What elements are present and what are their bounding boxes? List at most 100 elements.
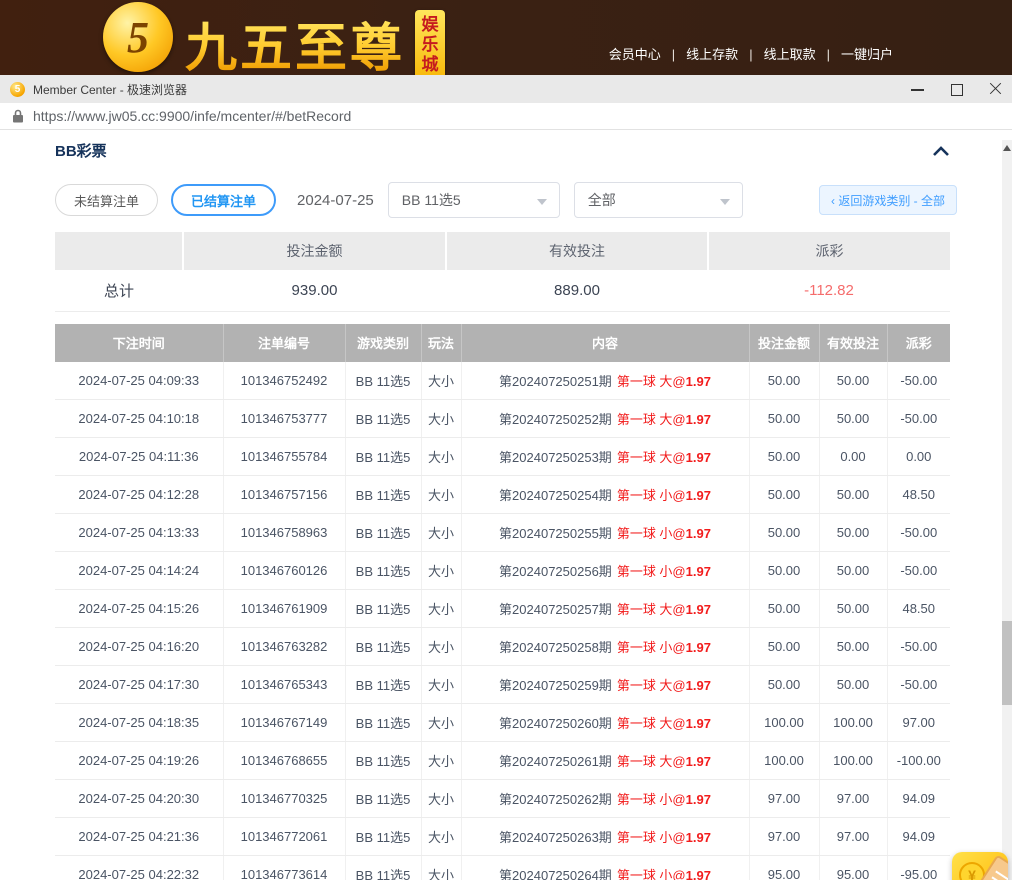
cell-bet-amount: 50.00 <box>749 438 819 476</box>
cell-payout: 48.50 <box>887 476 950 514</box>
cell-play-type: 大小 <box>421 514 461 552</box>
cell-play-type: 大小 <box>421 856 461 880</box>
content-pick: 第一球 大@ <box>617 754 686 769</box>
summary-table: 投注金额 有效投注 派彩 总计 939.00 889.00 -112.82 <box>55 232 950 312</box>
content-pick: 第一球 小@ <box>617 640 686 655</box>
cell-valid-bet: 50.00 <box>819 514 887 552</box>
cell-order-id: 101346763282 <box>223 628 345 666</box>
cell-bet-time: 2024-07-25 04:14:24 <box>55 552 223 590</box>
cell-game-type: BB 11选5 <box>345 628 421 666</box>
cell-content: 第202407250262期第一球 小@1.97 <box>461 780 749 818</box>
cell-game-type: BB 11选5 <box>345 362 421 400</box>
scroll-up-arrow-icon[interactable] <box>1003 145 1011 151</box>
type-select-value: 全部 <box>588 190 616 210</box>
cell-play-type: 大小 <box>421 666 461 704</box>
cell-order-id: 101346773614 <box>223 856 345 880</box>
content-period: 第202407250258期 <box>499 640 612 655</box>
content-period: 第202407250262期 <box>499 792 612 807</box>
header-bet-time: 下注时间 <box>55 324 223 362</box>
cell-payout: 48.50 <box>887 590 950 628</box>
nav-one-key-transfer[interactable]: 一键归户 <box>816 44 893 63</box>
cell-game-type: BB 11选5 <box>345 742 421 780</box>
summary-total-row: 总计 939.00 889.00 -112.82 <box>55 270 950 311</box>
cell-content: 第202407250261期第一球 大@1.97 <box>461 742 749 780</box>
nav-online-deposit[interactable]: 线上存款 <box>661 44 738 63</box>
cell-valid-bet: 97.00 <box>819 818 887 856</box>
cell-payout: -50.00 <box>887 362 950 400</box>
tab-settled-bets[interactable]: 已结算注单 <box>171 184 276 216</box>
cell-bet-time: 2024-07-25 04:18:35 <box>55 704 223 742</box>
cell-valid-bet: 100.00 <box>819 704 887 742</box>
table-row: 2024-07-25 04:18:35101346767149BB 11选5大小… <box>55 704 950 742</box>
cell-bet-time: 2024-07-25 04:13:33 <box>55 514 223 552</box>
cell-bet-time: 2024-07-25 04:15:26 <box>55 590 223 628</box>
address-url[interactable]: https://www.jw05.cc:9900/infe/mcenter/#/… <box>33 108 351 124</box>
content-odds: 1.97 <box>686 564 711 579</box>
browser-urlbar: https://www.jw05.cc:9900/infe/mcenter/#/… <box>0 103 1012 130</box>
cell-game-type: BB 11选5 <box>345 514 421 552</box>
content-pick: 第一球 小@ <box>617 792 686 807</box>
cell-play-type: 大小 <box>421 742 461 780</box>
collapse-up-icon[interactable] <box>932 145 950 157</box>
cell-bet-amount: 97.00 <box>749 780 819 818</box>
page-scrollbar[interactable] <box>1002 140 1012 880</box>
content-odds: 1.97 <box>686 792 711 807</box>
cell-content: 第202407250252期第一球 大@1.97 <box>461 400 749 438</box>
type-select[interactable]: 全部 <box>574 182 743 218</box>
cell-play-type: 大小 <box>421 628 461 666</box>
content-period: 第202407250257期 <box>499 602 612 617</box>
content-pick: 第一球 大@ <box>617 602 686 617</box>
filter-bar: 未结算注单 已结算注单 2024-07-25 BB 11选5 全部 ‹ 返回游戏… <box>55 182 957 218</box>
maximize-icon[interactable] <box>950 83 963 96</box>
cell-valid-bet: 50.00 <box>819 476 887 514</box>
content-odds: 1.97 <box>686 526 711 541</box>
money-float-icon[interactable]: ¥ <box>952 852 1008 880</box>
table-row: 2024-07-25 04:20:30101346770325BB 11选5大小… <box>55 780 950 818</box>
cell-order-id: 101346761909 <box>223 590 345 628</box>
cell-order-id: 101346770325 <box>223 780 345 818</box>
cell-bet-time: 2024-07-25 04:17:30 <box>55 666 223 704</box>
summary-header-row: 投注金额 有效投注 派彩 <box>55 232 950 270</box>
cell-valid-bet: 50.00 <box>819 552 887 590</box>
back-to-game-category-button[interactable]: ‹ 返回游戏类别 - 全部 <box>819 185 957 215</box>
cell-bet-time: 2024-07-25 04:10:18 <box>55 400 223 438</box>
content-period: 第202407250251期 <box>499 374 612 389</box>
cell-payout: -50.00 <box>887 400 950 438</box>
cell-valid-bet: 50.00 <box>819 628 887 666</box>
summary-valid-bet: 889.00 <box>446 270 708 311</box>
cell-game-type: BB 11选5 <box>345 818 421 856</box>
table-row: 2024-07-25 04:11:36101346755784BB 11选5大小… <box>55 438 950 476</box>
minimize-icon[interactable] <box>911 83 924 96</box>
cell-play-type: 大小 <box>421 400 461 438</box>
date-label[interactable]: 2024-07-25 <box>297 192 374 209</box>
table-row: 2024-07-25 04:12:28101346757156BB 11选5大小… <box>55 476 950 514</box>
content-period: 第202407250256期 <box>499 564 612 579</box>
cell-game-type: BB 11选5 <box>345 704 421 742</box>
content-pick: 第一球 大@ <box>617 412 686 427</box>
lock-icon <box>12 109 24 123</box>
cell-game-type: BB 11选5 <box>345 856 421 880</box>
close-icon[interactable] <box>989 83 1002 96</box>
cell-payout: 94.09 <box>887 818 950 856</box>
cell-bet-amount: 50.00 <box>749 476 819 514</box>
game-select[interactable]: BB 11选5 <box>388 182 560 218</box>
cell-bet-time: 2024-07-25 04:19:26 <box>55 742 223 780</box>
header-play-type: 玩法 <box>421 324 461 362</box>
scrollbar-thumb[interactable] <box>1002 621 1012 705</box>
cell-order-id: 101346755784 <box>223 438 345 476</box>
content-pick: 第一球 小@ <box>617 526 686 541</box>
nav-online-withdraw[interactable]: 线上取款 <box>738 44 815 63</box>
nav-member-center[interactable]: 会员中心 <box>609 44 661 63</box>
content-pick: 第一球 小@ <box>617 488 686 503</box>
cell-play-type: 大小 <box>421 704 461 742</box>
favicon-icon: 5 <box>10 82 25 97</box>
content-pick: 第一球 小@ <box>617 868 686 880</box>
cell-bet-amount: 50.00 <box>749 514 819 552</box>
cell-content: 第202407250253期第一球 大@1.97 <box>461 438 749 476</box>
cell-bet-time: 2024-07-25 04:11:36 <box>55 438 223 476</box>
logo-text: 九五至尊 <box>185 6 405 75</box>
site-logo[interactable]: 5 九五至尊 娱乐城 <box>103 2 445 75</box>
tab-unsettled-bets[interactable]: 未结算注单 <box>55 184 158 216</box>
bet-record-table: 下注时间 注单编号 游戏类别 玩法 内容 投注金额 有效投注 派彩 2024-0… <box>55 324 950 880</box>
cell-game-type: BB 11选5 <box>345 590 421 628</box>
